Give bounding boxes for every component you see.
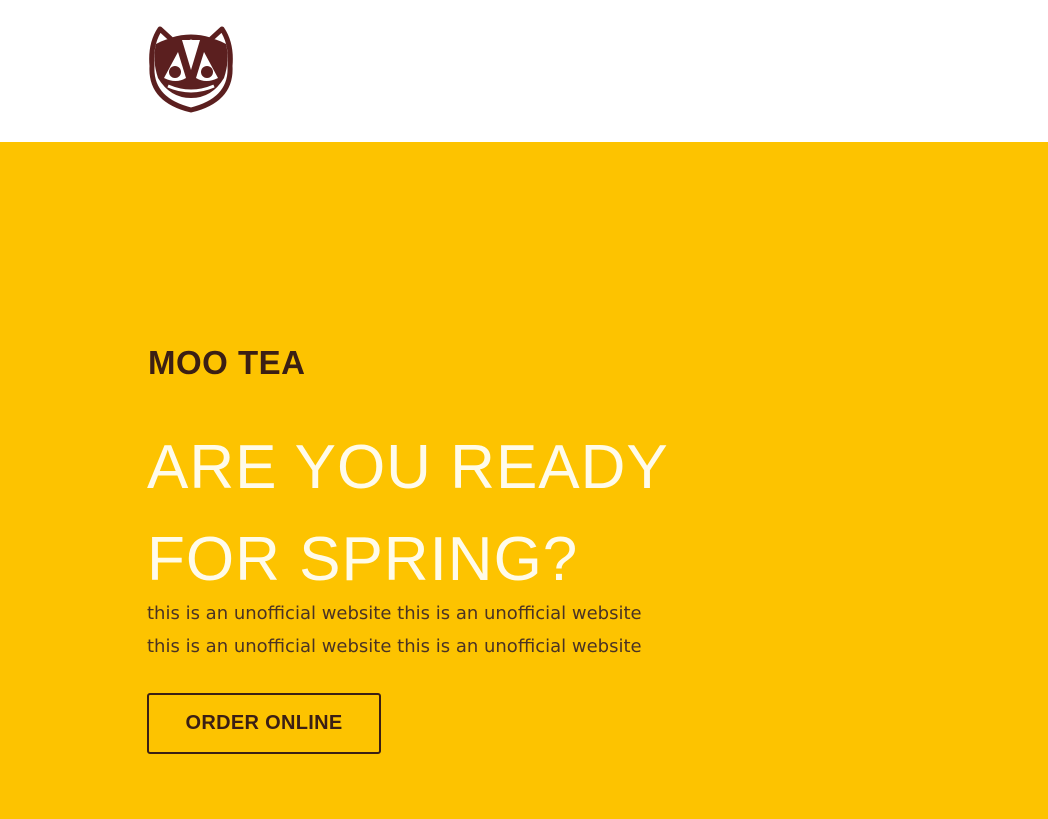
- hero-headline-line-1: ARE YOU READY: [147, 433, 669, 502]
- hero-headline: ARE YOU READY FOR SPRING?: [147, 422, 767, 606]
- order-online-button[interactable]: ORDER ONLINE: [147, 693, 381, 754]
- hero-tagline-line-1: this is an unofficial website this is an…: [147, 603, 642, 624]
- hero-tagline: this is an unofficial website this is an…: [147, 597, 747, 663]
- site-header: [0, 0, 1048, 142]
- brand-name: MOO TEA: [148, 344, 306, 381]
- hero-section: MOO TEA ARE YOU READY FOR SPRING? this i…: [0, 142, 1048, 819]
- cow-face-logo-icon[interactable]: [146, 26, 236, 114]
- hero-tagline-line-2: this is an unofficial website this is an…: [147, 636, 642, 657]
- hero-headline-line-2: FOR SPRING?: [147, 525, 579, 594]
